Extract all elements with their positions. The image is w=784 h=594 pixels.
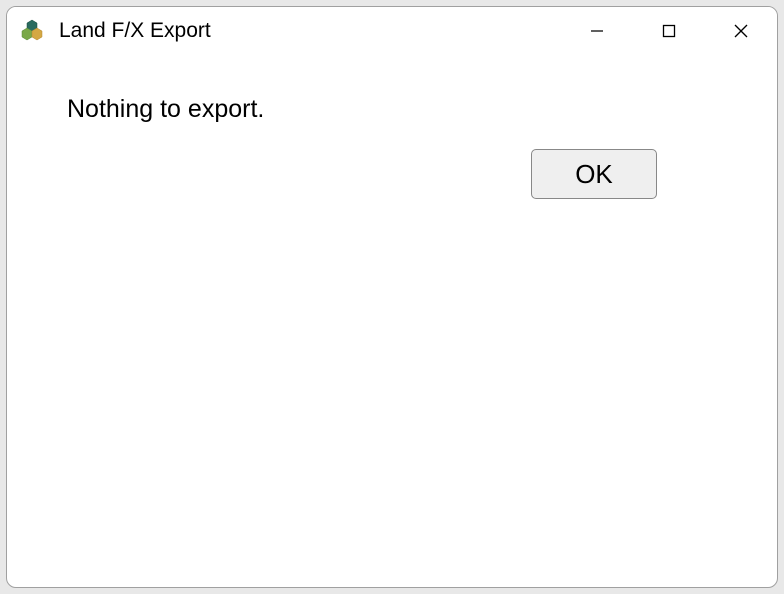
- maximize-icon: [661, 23, 677, 39]
- message-text: Nothing to export.: [67, 95, 717, 124]
- window-title: Land F/X Export: [59, 19, 561, 43]
- close-button[interactable]: [705, 7, 777, 55]
- close-icon: [733, 23, 749, 39]
- hexagon-cluster-icon: [21, 18, 47, 44]
- minimize-button[interactable]: [561, 7, 633, 55]
- minimize-icon: [589, 23, 605, 39]
- dialog-window: Land F/X Export Nothing to export. O: [6, 6, 778, 588]
- window-controls: [561, 7, 777, 55]
- maximize-button[interactable]: [633, 7, 705, 55]
- ok-button[interactable]: OK: [531, 149, 657, 199]
- titlebar: Land F/X Export: [7, 7, 777, 55]
- dialog-content: Nothing to export. OK: [7, 55, 777, 587]
